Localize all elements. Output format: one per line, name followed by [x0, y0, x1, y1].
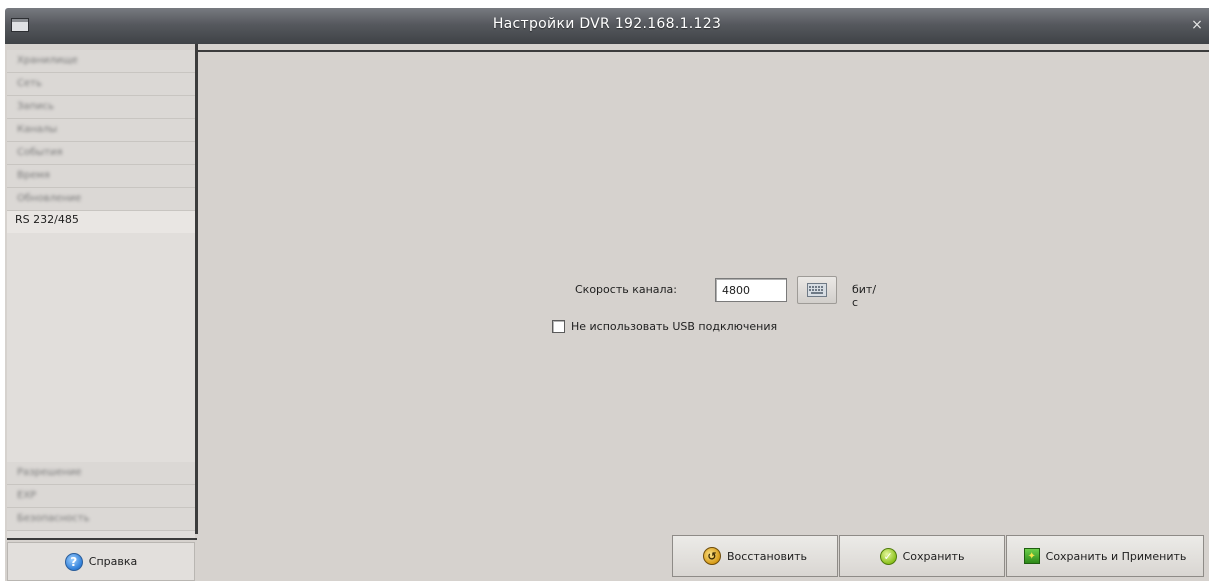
sidebar-item-network[interactable]: Сеть [7, 73, 195, 96]
sidebar-item-events[interactable]: События [7, 142, 195, 165]
usb-checkbox-label: Не использовать USB подключения [571, 320, 778, 333]
save-apply-button[interactable]: ✦ Сохранить и Применить [1006, 535, 1204, 577]
save-label: Сохранить [902, 549, 965, 563]
close-button[interactable]: × [1189, 17, 1205, 33]
sidebar-item-security[interactable]: Безопасность [7, 508, 195, 531]
check-icon: ✓ [879, 547, 897, 565]
sidebar-item-time[interactable]: Время [7, 165, 195, 188]
save-button[interactable]: ✓ Сохранить [839, 535, 1005, 577]
speed-unit: бит/с [852, 283, 877, 309]
sidebar-item-update[interactable]: Обновление [7, 188, 195, 211]
help-button[interactable]: ? Справка [7, 542, 195, 581]
window-title: Настройки DVR 192.168.1.123 [492, 16, 722, 32]
usb-option[interactable]: Не использовать USB подключения [552, 320, 777, 333]
content-panel [198, 50, 1209, 581]
sidebar-item-exp[interactable]: EXP [7, 485, 195, 508]
window-client-area: Хранилище Сеть Запись Каналы События Вре… [5, 44, 1209, 581]
keyboard-icon [807, 283, 827, 297]
sidebar-item-permissions[interactable]: Разрешение [7, 462, 195, 485]
title-bar[interactable]: Настройки DVR 192.168.1.123 × [5, 8, 1209, 44]
apply-icon: ✦ [1023, 548, 1040, 564]
speed-label: Скорость канала: [575, 282, 677, 296]
sidebar: Хранилище Сеть Запись Каналы События Вре… [7, 50, 197, 540]
help-label: Справка [88, 555, 138, 568]
sidebar-nav: Хранилище Сеть Запись Каналы События Вре… [7, 50, 195, 238]
settings-window: Настройки DVR 192.168.1.123 × Хранилище … [5, 8, 1209, 581]
speed-input[interactable] [715, 278, 787, 302]
sidebar-item-storage[interactable]: Хранилище [7, 50, 195, 73]
restore-icon: ↺ [703, 547, 722, 565]
sidebar-bottom-divider [7, 538, 197, 540]
sidebar-item-record[interactable]: Запись [7, 96, 195, 119]
sidebar-item-channels[interactable]: Каналы [7, 119, 195, 142]
sidebar-item-rs232[interactable]: RS 232/485 [7, 211, 195, 233]
help-icon: ? [64, 552, 83, 571]
sidebar-bottom-nav: Разрешение EXP Безопасность [7, 462, 195, 531]
save-apply-label: Сохранить и Применить [1045, 549, 1187, 563]
keyboard-button[interactable] [797, 276, 837, 304]
speed-row: Скорость канала: бит/с [575, 274, 876, 309]
usb-checkbox[interactable] [552, 320, 565, 333]
restore-button[interactable]: ↺ Восстановить [672, 535, 838, 577]
restore-label: Восстановить [727, 549, 807, 563]
